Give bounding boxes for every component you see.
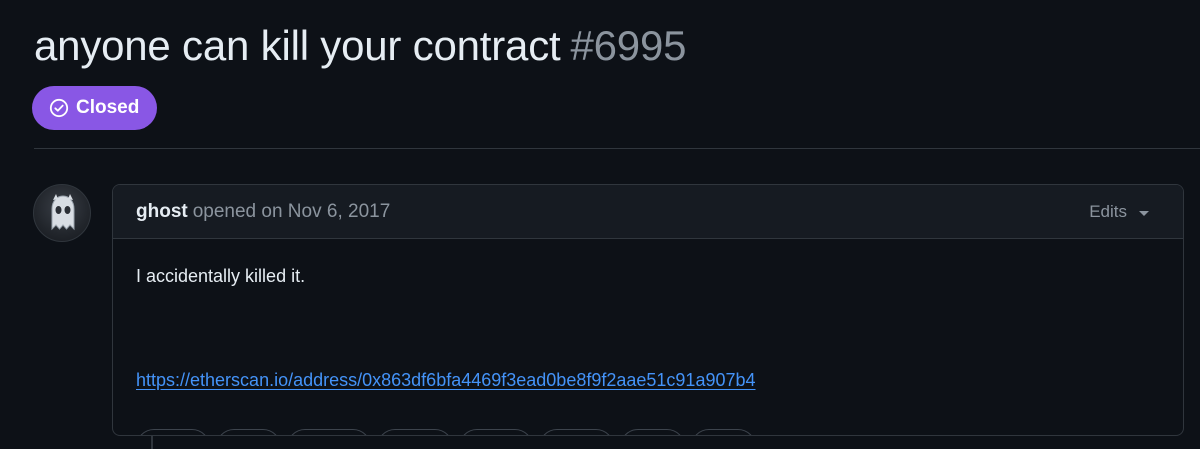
issue-title-text: anyone can kill your contract <box>34 22 561 69</box>
issue-comment: ghost opened on Nov 6, 2017 Edits I accid… <box>112 184 1184 436</box>
reaction-rocket[interactable]: 🚀 3 <box>620 429 685 435</box>
avatar[interactable] <box>33 184 91 242</box>
issue-title: anyone can kill your contract #6995 <box>34 22 686 70</box>
reaction-heart[interactable]: ❤ 52 <box>539 429 614 435</box>
reaction-thumbs-down[interactable]: 👎 4 <box>216 429 281 435</box>
edits-label: Edits <box>1089 202 1127 221</box>
reaction-eyes[interactable]: 👀 4 <box>691 429 756 435</box>
issue-state-badge: Closed <box>32 86 158 130</box>
etherscan-link[interactable]: https://etherscan.io/address/0x863df6bfa… <box>136 370 756 391</box>
chevron-down-icon <box>1139 210 1149 216</box>
reaction-thumbs-up[interactable]: 👍 75 <box>136 429 210 435</box>
comment-author[interactable]: ghost <box>136 201 188 222</box>
issue-page: anyone can kill your contract #6995 Close… <box>0 0 1200 449</box>
comment-body: I accidentally killed it. https://ethers… <box>113 239 1183 435</box>
reaction-confused[interactable]: 😕 24 <box>459 429 533 435</box>
comment-meta: ghost opened on Nov 6, 2017 <box>136 201 390 223</box>
reaction-hooray[interactable]: 🎉 64 <box>377 429 453 435</box>
check-circle-icon <box>49 98 69 118</box>
timeline-line <box>151 436 153 449</box>
comment-header: ghost opened on Nov 6, 2017 Edits <box>113 185 1183 239</box>
comment-opened-date: opened on Nov 6, 2017 <box>192 201 391 222</box>
comment-text: I accidentally killed it. <box>136 266 306 286</box>
issue-state-label: Closed <box>76 97 140 118</box>
ghost-avatar-icon <box>51 194 75 231</box>
reactions-bar: 👍 75 👎 4 😄 123 🎉 64 😕 24 <box>136 429 756 435</box>
header-divider <box>34 148 1200 149</box>
issue-number: #6995 <box>570 22 687 69</box>
reaction-laugh[interactable]: 😄 123 <box>287 429 371 435</box>
edits-dropdown[interactable]: Edits <box>1089 202 1149 222</box>
